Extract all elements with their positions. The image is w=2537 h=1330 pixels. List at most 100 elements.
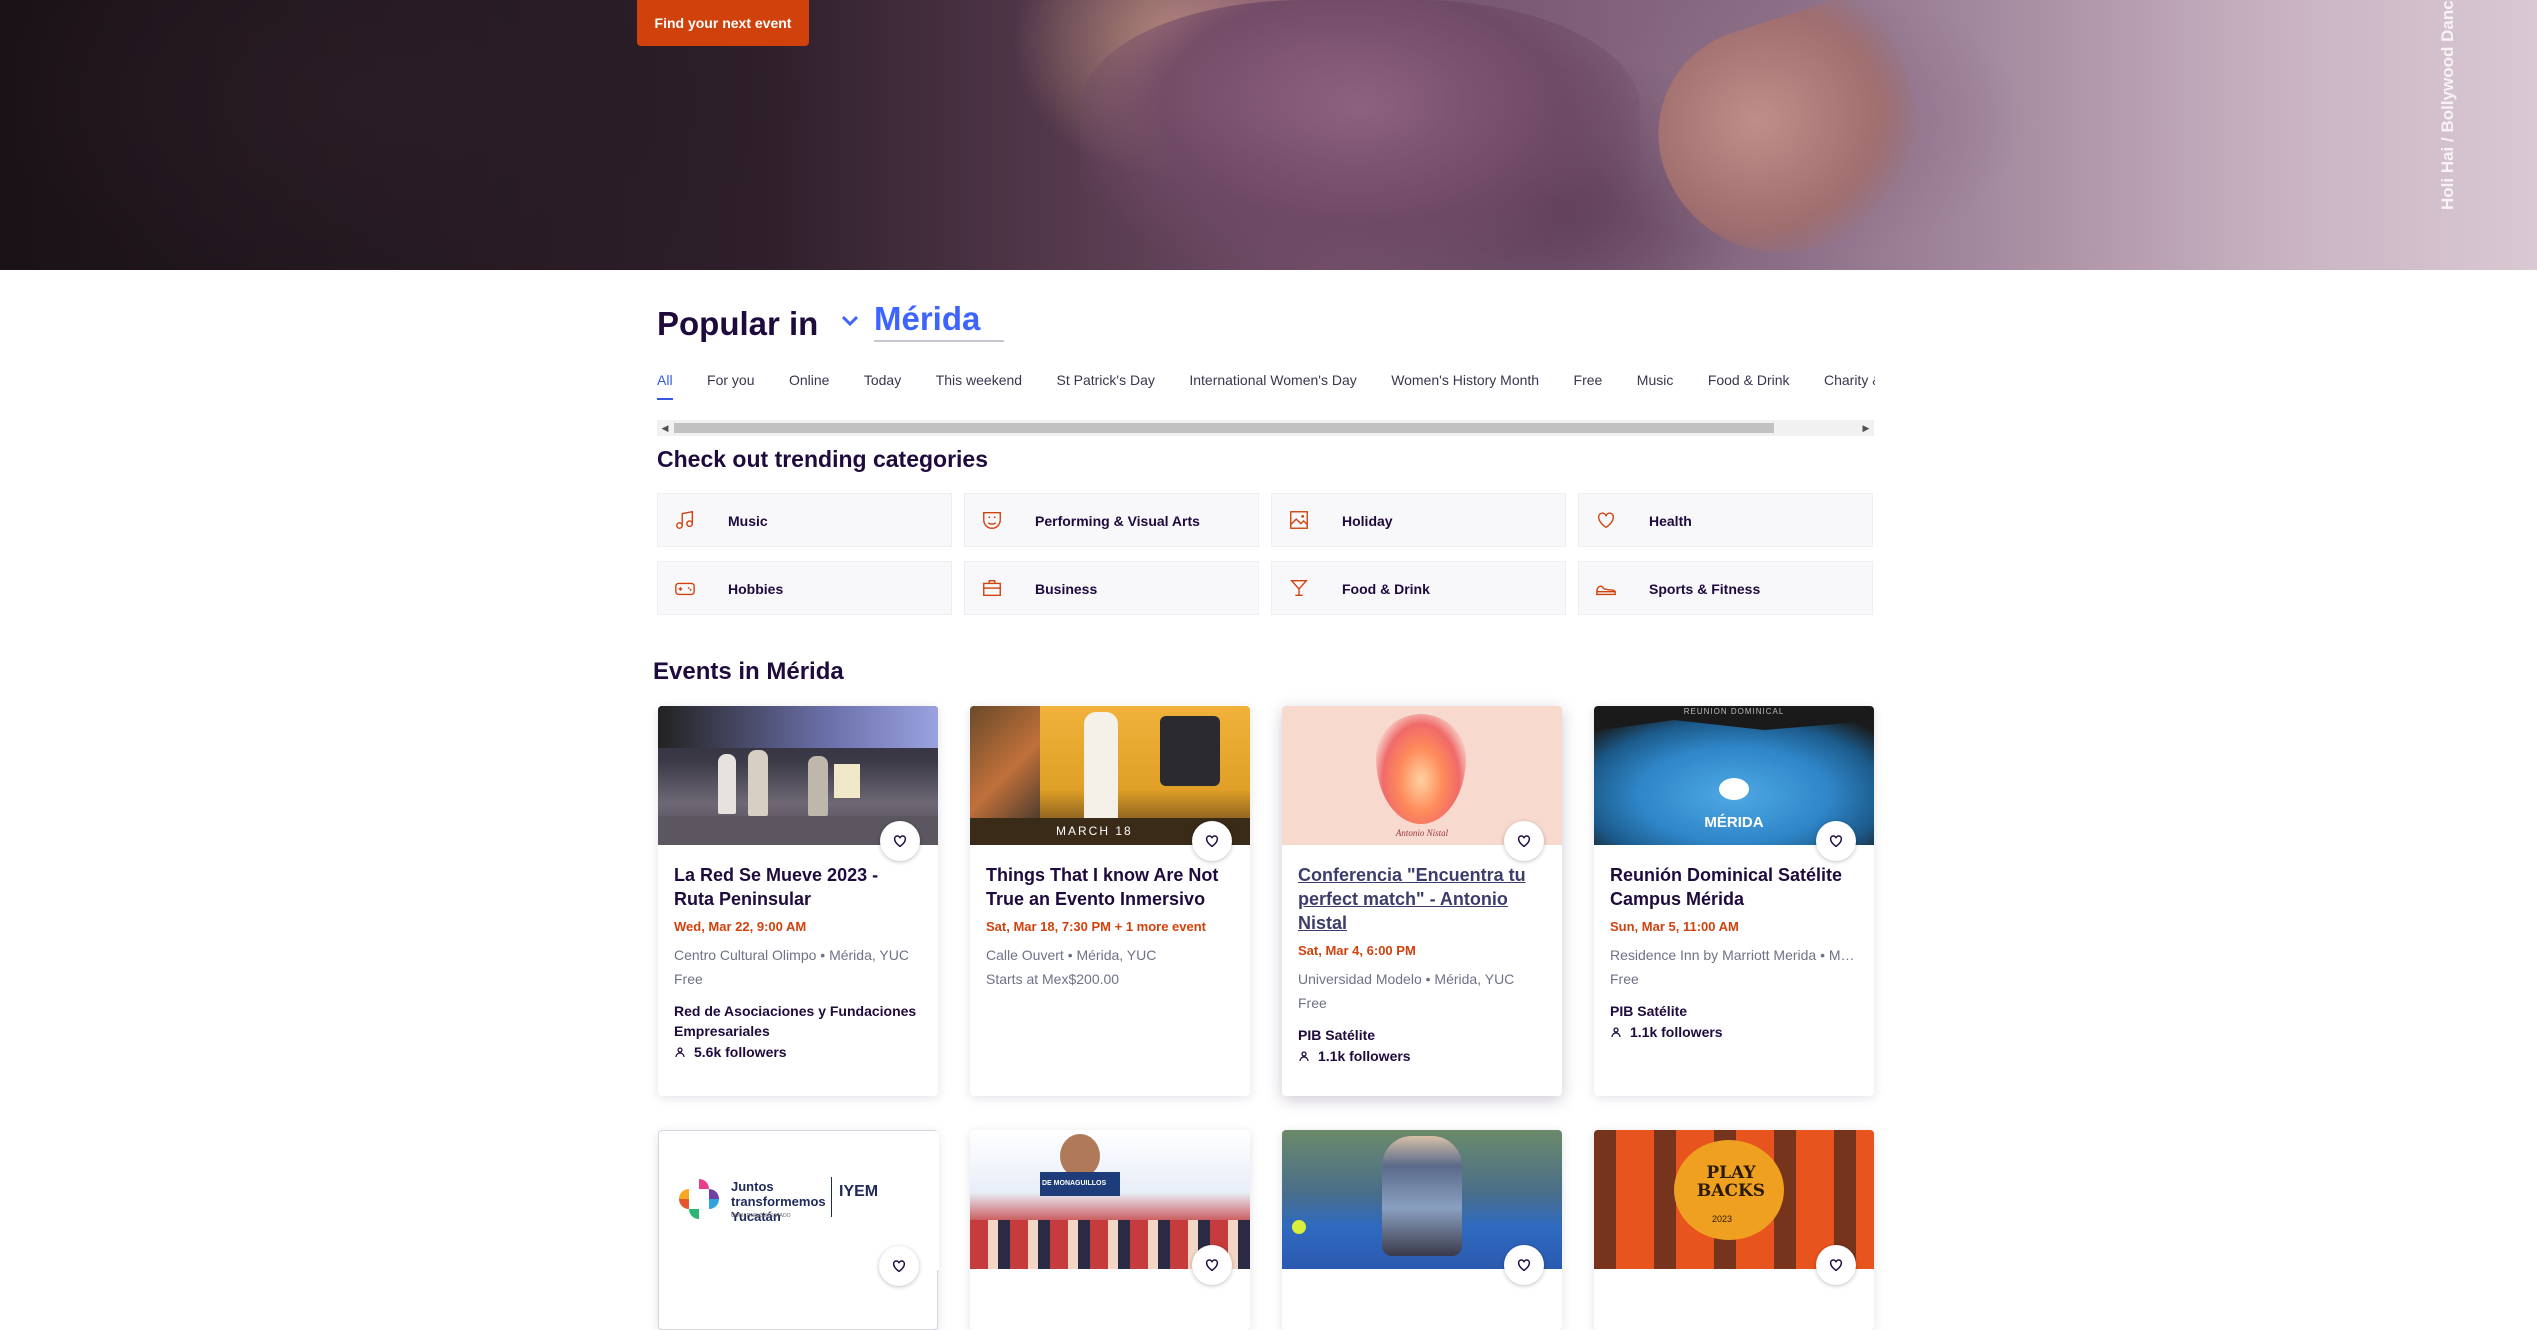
event-card[interactable]: Antonio Nistal Conferencia "Encuentra tu… [1282,706,1562,1096]
sneaker-icon [1596,585,1616,596]
event-card[interactable] [1282,1130,1562,1330]
event-organizer[interactable]: Red de Asociaciones y Fundaciones Empres… [674,1001,922,1041]
event-image-text: MARCH 18 [1056,824,1133,838]
person-icon [1611,1027,1621,1038]
category-label: Business [1035,581,1098,597]
events-section-title: Events in Mérida [653,658,844,685]
event-title[interactable]: Reunión Dominical Satélite Campus Mérida [1610,863,1858,911]
favorite-button[interactable] [1192,821,1232,861]
favorite-button[interactable] [1816,1245,1856,1285]
heart-icon [1517,1259,1531,1272]
scroll-left-arrow-icon[interactable]: ◀ [657,420,673,436]
cocktail-icon [1290,579,1308,597]
event-card[interactable]: PLAY BACKS 2023 [1594,1130,1874,1330]
category-food-drink[interactable]: Food & Drink [1271,561,1566,615]
category-hobbies[interactable]: Hobbies [657,561,952,615]
event-organizer[interactable]: PIB Satélite [1298,1025,1546,1045]
organizer-followers: 1.1k followers [1610,1024,1858,1040]
organizer-followers: 1.1k followers [1298,1048,1546,1064]
event-title[interactable]: Things That I know Are Not True an Event… [986,863,1234,911]
followers-count: 1.1k followers [1318,1048,1411,1064]
event-venue: Residence Inn by Marriott Merida • Mérid… [1610,947,1858,963]
location-select[interactable]: Mérida [874,300,1004,342]
event-image-subtext: GOBIERNO DEL ESTADO [731,1213,791,1219]
heart-icon [1517,835,1531,848]
followers-count: 5.6k followers [694,1044,787,1060]
tab-charity-causes[interactable]: Charity & Causes [1824,372,1875,398]
category-label: Sports & Fitness [1649,581,1761,597]
event-price: Starts at Mex$200.00 [986,971,1120,987]
event-date: Sat, Mar 18, 7:30 PM + 1 more event [986,919,1207,934]
tab-this-weekend[interactable]: This weekend [936,372,1022,398]
event-card[interactable]: Juntos transformemos Yucatán GOBIERNO DE… [658,1130,939,1330]
photo-frame-icon [1290,511,1308,529]
chevron-down-icon[interactable] [838,309,862,333]
heart-icon [1205,835,1219,848]
event-card[interactable]: REUNION DOMINICAL MÉRIDA Reunión Dominic… [1594,706,1874,1096]
category-label: Holiday [1342,513,1393,529]
tab-online[interactable]: Online [789,372,829,398]
event-venue: Centro Cultural Olimpo • Mérida, YUC [674,947,909,963]
favorite-button[interactable] [1504,821,1544,861]
event-price: Free [1298,995,1327,1011]
tab-for-you[interactable]: For you [707,372,754,398]
tab-music[interactable]: Music [1637,372,1674,398]
favorite-button[interactable] [1816,821,1856,861]
category-label: Performing & Visual Arts [1035,513,1200,529]
favorite-button[interactable] [1504,1245,1544,1285]
category-business[interactable]: Business [964,561,1259,615]
event-venue: Calle Ouvert • Mérida, YUC [986,947,1157,963]
category-music[interactable]: Music [657,493,952,547]
tab-today[interactable]: Today [864,372,901,398]
category-label: Health [1649,513,1692,529]
event-image-banner: REUNION DOMINICAL [1683,707,1785,716]
event-price: Free [674,971,703,987]
event-card[interactable]: DE MONAGUILLOS [970,1130,1250,1330]
category-tabs: All For you Online Today This weekend St… [657,372,1875,404]
category-label: Music [728,513,768,529]
event-organizer[interactable]: PIB Satélite [1610,1001,1858,1021]
tab-international-womens-day[interactable]: International Women's Day [1189,372,1356,398]
event-image-text: DE MONAGUILLOS [1042,1180,1107,1187]
hero-caption: Holi Hai / Bollywood Dance Party [2438,0,2457,210]
hero-image-hand [1630,0,1950,270]
heart-icon [1829,835,1843,848]
event-card[interactable]: MARCH 18 Things That I know Are Not True… [970,706,1250,1096]
theater-mask-icon [983,511,1001,529]
hero-banner: Find your next event Holi Hai / Bollywoo… [0,0,2537,270]
person-icon [1299,1051,1309,1062]
tab-free[interactable]: Free [1574,372,1603,398]
gamepad-icon [675,582,695,596]
tabs-scrollbar[interactable]: ◀ ▶ [657,420,1874,436]
category-holiday[interactable]: Holiday [1271,493,1566,547]
briefcase-icon [983,579,1001,597]
favorite-button[interactable] [879,1246,919,1286]
popular-title: Popular in [657,305,819,342]
trending-categories-title: Check out trending categories [657,446,989,472]
scroll-right-arrow-icon[interactable]: ▶ [1858,420,1874,436]
heart-icon [1829,1259,1843,1272]
category-sports-fitness[interactable]: Sports & Fitness [1578,561,1873,615]
event-image-subtext: 2023 [1712,1214,1733,1224]
event-title[interactable]: La Red Se Mueve 2023 - Ruta Peninsular [674,863,922,911]
event-date: Sat, Mar 4, 6:00 PM [1298,943,1416,958]
tab-womens-history-month[interactable]: Women's History Month [1391,372,1539,398]
favorite-button[interactable] [1192,1245,1232,1285]
tab-st-patricks-day[interactable]: St Patrick's Day [1057,372,1155,398]
tab-food-drink[interactable]: Food & Drink [1708,372,1790,398]
scrollbar-thumb[interactable] [674,423,1774,433]
event-card[interactable]: La Red Se Mueve 2023 - Ruta Peninsular W… [658,706,938,1096]
heart-icon [893,835,907,848]
organizer-followers: 5.6k followers [674,1044,922,1060]
category-label: Hobbies [728,581,784,597]
heart-icon [1205,1259,1219,1272]
find-next-event-button[interactable]: Find your next event [637,0,809,46]
tab-all[interactable]: All [657,372,673,400]
favorite-button[interactable] [880,821,920,861]
category-health[interactable]: Health [1578,493,1873,547]
event-image-subtext: IYEM [839,1183,879,1200]
person-icon [675,1047,685,1058]
event-title[interactable]: Conferencia "Encuentra tu perfect match"… [1298,863,1546,935]
followers-count: 1.1k followers [1630,1024,1723,1040]
category-performing-visual-arts[interactable]: Performing & Visual Arts [964,493,1259,547]
